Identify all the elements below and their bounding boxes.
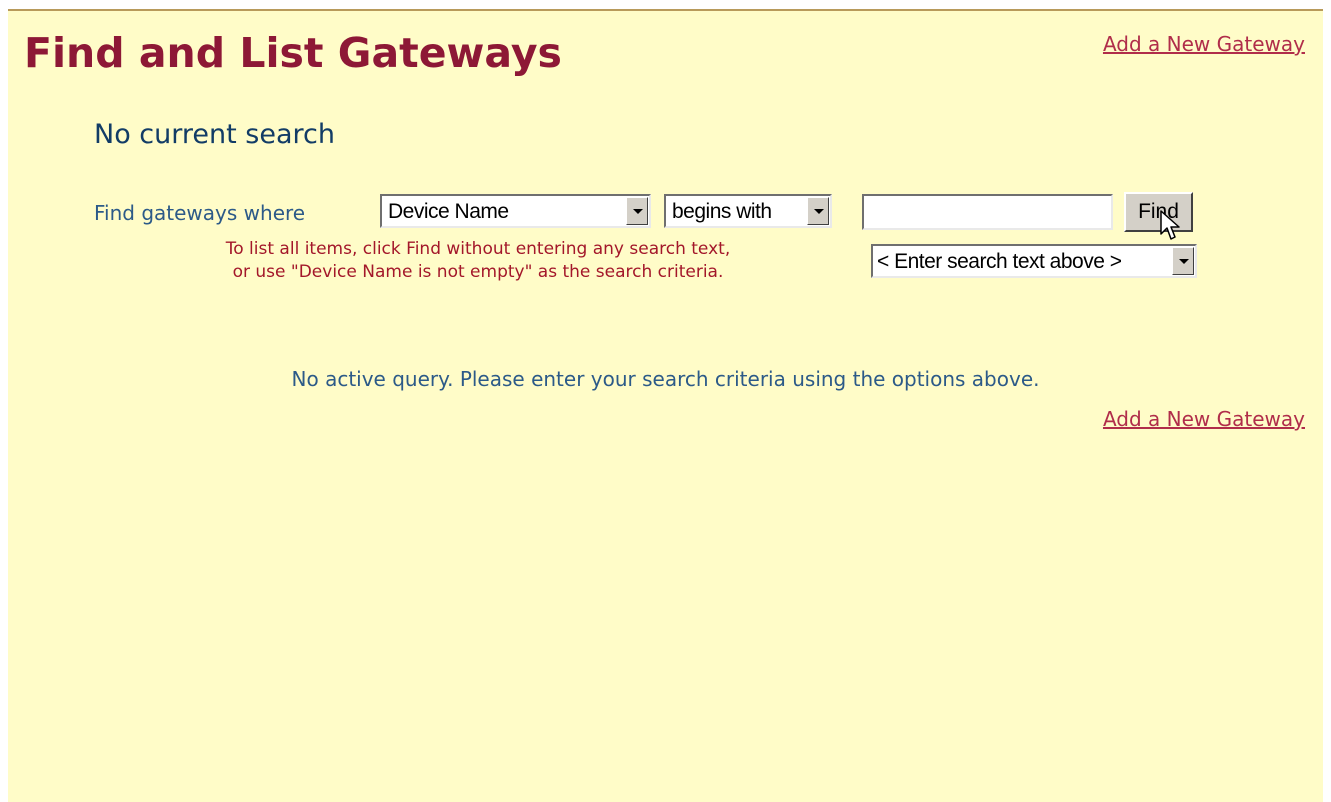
search-criteria-select[interactable]: < Enter search text above > <box>871 244 1197 278</box>
search-status-heading: No current search <box>94 119 335 150</box>
chevron-down-icon[interactable] <box>626 197 648 225</box>
search-hint-line-1: To list all items, click Find without en… <box>225 239 731 259</box>
add-new-gateway-link-top[interactable]: Add a New Gateway <box>1103 32 1305 56</box>
page-title: Find and List Gateways <box>24 29 562 77</box>
search-operator-select-value: begins with <box>672 200 772 223</box>
add-new-gateway-link-bottom[interactable]: Add a New Gateway <box>1103 407 1305 431</box>
find-button[interactable]: Find <box>1124 192 1193 232</box>
search-hint-line-2: or use "Device Name is not empty" as the… <box>232 262 724 282</box>
search-field-select-value: Device Name <box>388 200 509 223</box>
find-gateways-label: Find gateways where <box>94 201 306 225</box>
search-criteria-select-value: < Enter search text above > <box>877 250 1122 273</box>
no-query-message: No active query. Please enter your searc… <box>291 367 1040 391</box>
main-panel: Find and List Gateways Add a New Gateway… <box>8 9 1323 802</box>
cursor-icon <box>1160 210 1180 240</box>
search-field-select[interactable]: Device Name <box>380 194 651 228</box>
search-hint: To list all items, click Find without en… <box>148 238 808 284</box>
search-operator-select[interactable]: begins with <box>664 194 832 228</box>
chevron-down-icon[interactable] <box>807 197 829 225</box>
chevron-down-icon[interactable] <box>1172 247 1194 275</box>
search-text-input[interactable] <box>862 194 1113 230</box>
